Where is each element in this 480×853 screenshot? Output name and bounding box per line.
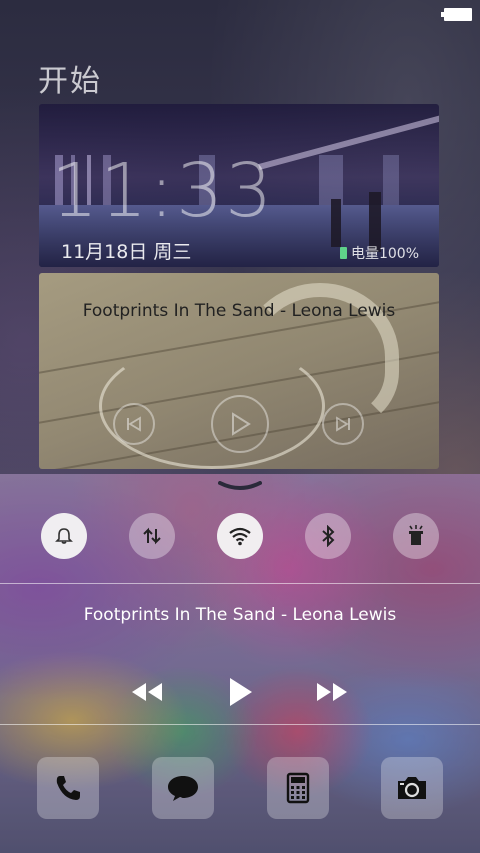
next-icon <box>336 416 350 432</box>
wifi-icon <box>229 527 251 546</box>
toggle-data-sync[interactable] <box>129 513 175 559</box>
battery-level-icon <box>339 247 347 259</box>
toggle-flashlight[interactable] <box>393 513 439 559</box>
bluetooth-icon <box>322 525 335 547</box>
phone-icon <box>56 776 80 800</box>
next-button[interactable] <box>322 403 364 445</box>
toggle-wifi[interactable] <box>217 513 263 559</box>
now-playing-title: Footprints In The Sand - Leona Lewis <box>83 605 397 625</box>
phone-button[interactable] <box>37 757 99 819</box>
fast-forward-button[interactable] <box>313 673 353 711</box>
clock-time: 11:33 <box>51 148 275 234</box>
message-icon <box>168 776 198 801</box>
divider <box>0 583 480 584</box>
battery-status: 电量100% <box>339 243 419 263</box>
bell-icon <box>55 528 73 544</box>
play-button[interactable] <box>220 673 260 711</box>
message-button[interactable] <box>152 757 214 819</box>
camera-icon <box>398 777 426 799</box>
toggle-notification[interactable] <box>41 513 87 559</box>
divider <box>0 724 480 725</box>
clock-date: 11月18日 周三 <box>61 241 192 263</box>
battery-icon <box>441 8 472 21</box>
camera-button[interactable] <box>381 757 443 819</box>
status-bar <box>0 0 480 28</box>
calculator-button[interactable] <box>267 757 329 819</box>
fast-forward-icon <box>317 683 347 701</box>
battery-label: 电量100% <box>350 246 419 262</box>
previous-icon <box>127 416 141 432</box>
toggle-bluetooth[interactable] <box>305 513 351 559</box>
music-song-title: Footprints In The Sand - Leona Lewis <box>82 301 396 321</box>
flashlight-icon <box>409 525 423 545</box>
clock-widget[interactable]: 11:33 11月18日 周三 电量100% <box>39 104 439 267</box>
play-button[interactable] <box>211 395 269 453</box>
previous-button[interactable] <box>113 403 155 445</box>
music-widget[interactable]: Footprints In The Sand - Leona Lewis <box>39 273 439 469</box>
rewind-button[interactable] <box>126 673 166 711</box>
calculator-icon <box>286 772 310 804</box>
rewind-icon <box>132 683 162 701</box>
collapse-handle-icon[interactable] <box>218 481 262 491</box>
bridge-tower <box>331 199 341 247</box>
page-title: 开始 <box>38 64 102 99</box>
data-sync-icon <box>143 527 161 545</box>
play-icon <box>230 678 252 706</box>
play-icon <box>232 412 251 436</box>
